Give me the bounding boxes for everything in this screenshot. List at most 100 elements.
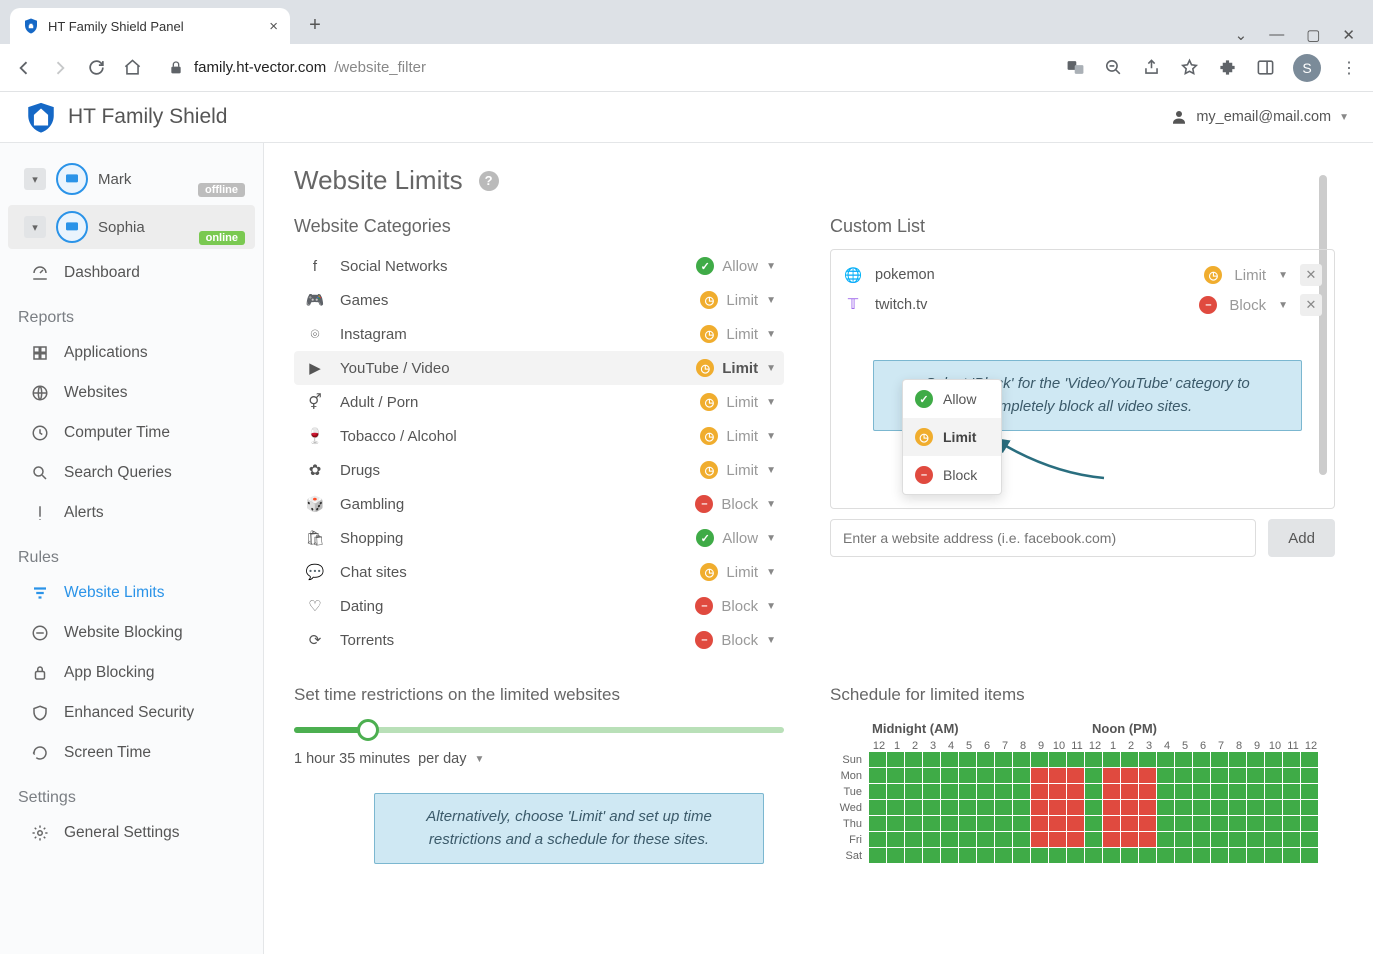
schedule-cell[interactable]	[1031, 832, 1048, 847]
schedule-cell[interactable]	[1013, 832, 1030, 847]
schedule-cell[interactable]	[1103, 768, 1120, 783]
schedule-cell[interactable]	[1175, 784, 1192, 799]
schedule-cell[interactable]	[1157, 800, 1174, 815]
schedule-cell[interactable]	[1121, 848, 1138, 863]
schedule-cell[interactable]	[1193, 752, 1210, 767]
schedule-cell[interactable]	[923, 800, 940, 815]
schedule-cell[interactable]	[869, 752, 886, 767]
schedule-cell[interactable]	[1283, 848, 1300, 863]
schedule-cell[interactable]	[941, 832, 958, 847]
category-row[interactable]: 🎲 Gambling – Block ▼	[294, 487, 784, 521]
home-icon[interactable]	[122, 58, 142, 78]
schedule-cell[interactable]	[1283, 832, 1300, 847]
category-action[interactable]: ◷ Limit ▼	[666, 563, 776, 581]
schedule-cell[interactable]	[905, 752, 922, 767]
schedule-cell[interactable]	[1049, 768, 1066, 783]
schedule-cell[interactable]	[869, 816, 886, 831]
schedule-cell[interactable]	[905, 768, 922, 783]
schedule-cell[interactable]	[1211, 752, 1228, 767]
schedule-cell[interactable]	[1193, 800, 1210, 815]
schedule-cell[interactable]	[1175, 816, 1192, 831]
schedule-cell[interactable]	[941, 768, 958, 783]
schedule-cell[interactable]	[905, 832, 922, 847]
chevron-down-icon[interactable]: ⌄	[1235, 26, 1248, 44]
schedule-cell[interactable]	[1265, 848, 1282, 863]
schedule-cell[interactable]	[1157, 768, 1174, 783]
schedule-cell[interactable]	[1157, 784, 1174, 799]
category-action[interactable]: ◷ Limit ▼	[666, 291, 776, 309]
nav-computer-time[interactable]: Computer Time	[0, 413, 263, 453]
tab-close-icon[interactable]: ×	[269, 18, 278, 35]
help-icon[interactable]: ?	[479, 171, 499, 191]
schedule-cell[interactable]	[1103, 784, 1120, 799]
nav-dashboard[interactable]: Dashboard	[0, 253, 263, 293]
category-row[interactable]: ▶ YouTube / Video ◷ Limit ▼	[294, 351, 784, 385]
schedule-cell[interactable]	[977, 800, 994, 815]
schedule-cell[interactable]	[887, 848, 904, 863]
schedule-cell[interactable]	[1211, 768, 1228, 783]
schedule-cell[interactable]	[1139, 816, 1156, 831]
schedule-cell[interactable]	[1301, 784, 1318, 799]
schedule-cell[interactable]	[1031, 784, 1048, 799]
nav-general-settings[interactable]: General Settings	[0, 813, 263, 853]
schedule-cell[interactable]	[1211, 848, 1228, 863]
category-action[interactable]: ◷ Limit ▼	[666, 325, 776, 343]
schedule-cell[interactable]	[1283, 752, 1300, 767]
schedule-cell[interactable]	[1247, 784, 1264, 799]
schedule-cell[interactable]	[1121, 768, 1138, 783]
schedule-cell[interactable]	[1085, 848, 1102, 863]
schedule-cell[interactable]	[995, 784, 1012, 799]
schedule-cell[interactable]	[959, 768, 976, 783]
schedule-cell[interactable]	[959, 800, 976, 815]
slider-thumb[interactable]	[357, 719, 379, 741]
back-icon[interactable]	[14, 58, 34, 78]
caret-down-icon[interactable]: ▼	[1278, 300, 1288, 311]
schedule-cell[interactable]	[923, 816, 940, 831]
schedule-cell[interactable]	[923, 832, 940, 847]
remove-button[interactable]: ✕	[1300, 294, 1322, 316]
schedule-cell[interactable]	[905, 816, 922, 831]
schedule-cell[interactable]	[1193, 832, 1210, 847]
schedule-cell[interactable]	[869, 848, 886, 863]
category-row[interactable]: ✿ Drugs ◷ Limit ▼	[294, 453, 784, 487]
schedule-cell[interactable]	[1229, 816, 1246, 831]
share-icon[interactable]	[1141, 58, 1161, 78]
schedule-cell[interactable]	[941, 752, 958, 767]
add-site-input[interactable]	[830, 519, 1256, 557]
schedule-cell[interactable]	[1193, 816, 1210, 831]
schedule-cell[interactable]	[1139, 752, 1156, 767]
schedule-cell[interactable]	[1049, 800, 1066, 815]
schedule-cell[interactable]	[1283, 784, 1300, 799]
schedule-cell[interactable]	[1301, 832, 1318, 847]
dropdown-allow[interactable]: ✓Allow	[903, 380, 1001, 418]
schedule-cell[interactable]	[995, 800, 1012, 815]
schedule-cell[interactable]	[1301, 800, 1318, 815]
schedule-cell[interactable]	[1283, 768, 1300, 783]
schedule-cell[interactable]	[1067, 800, 1084, 815]
new-tab-button[interactable]: +	[298, 8, 332, 42]
schedule-cell[interactable]	[1049, 848, 1066, 863]
schedule-cell[interactable]	[1121, 816, 1138, 831]
schedule-cell[interactable]	[887, 816, 904, 831]
schedule-cell[interactable]	[1229, 752, 1246, 767]
schedule-cell[interactable]	[1265, 768, 1282, 783]
schedule-cell[interactable]	[1031, 752, 1048, 767]
schedule-cell[interactable]	[977, 768, 994, 783]
schedule-cell[interactable]	[1175, 768, 1192, 783]
nav-search-queries[interactable]: Search Queries	[0, 453, 263, 493]
schedule-cell[interactable]	[977, 784, 994, 799]
schedule-cell[interactable]	[887, 752, 904, 767]
nav-alerts[interactable]: Alerts	[0, 493, 263, 533]
schedule-cell[interactable]	[1265, 784, 1282, 799]
schedule-cell[interactable]	[1193, 848, 1210, 863]
schedule-cell[interactable]	[1067, 816, 1084, 831]
schedule-cell[interactable]	[1157, 816, 1174, 831]
schedule-cell[interactable]	[1139, 832, 1156, 847]
schedule-cell[interactable]	[1283, 816, 1300, 831]
schedule-cell[interactable]	[1157, 752, 1174, 767]
expand-icon[interactable]: ▾	[24, 216, 46, 238]
schedule-cell[interactable]	[1085, 800, 1102, 815]
schedule-cell[interactable]	[1103, 832, 1120, 847]
schedule-cell[interactable]	[1103, 848, 1120, 863]
schedule-cell[interactable]	[977, 832, 994, 847]
